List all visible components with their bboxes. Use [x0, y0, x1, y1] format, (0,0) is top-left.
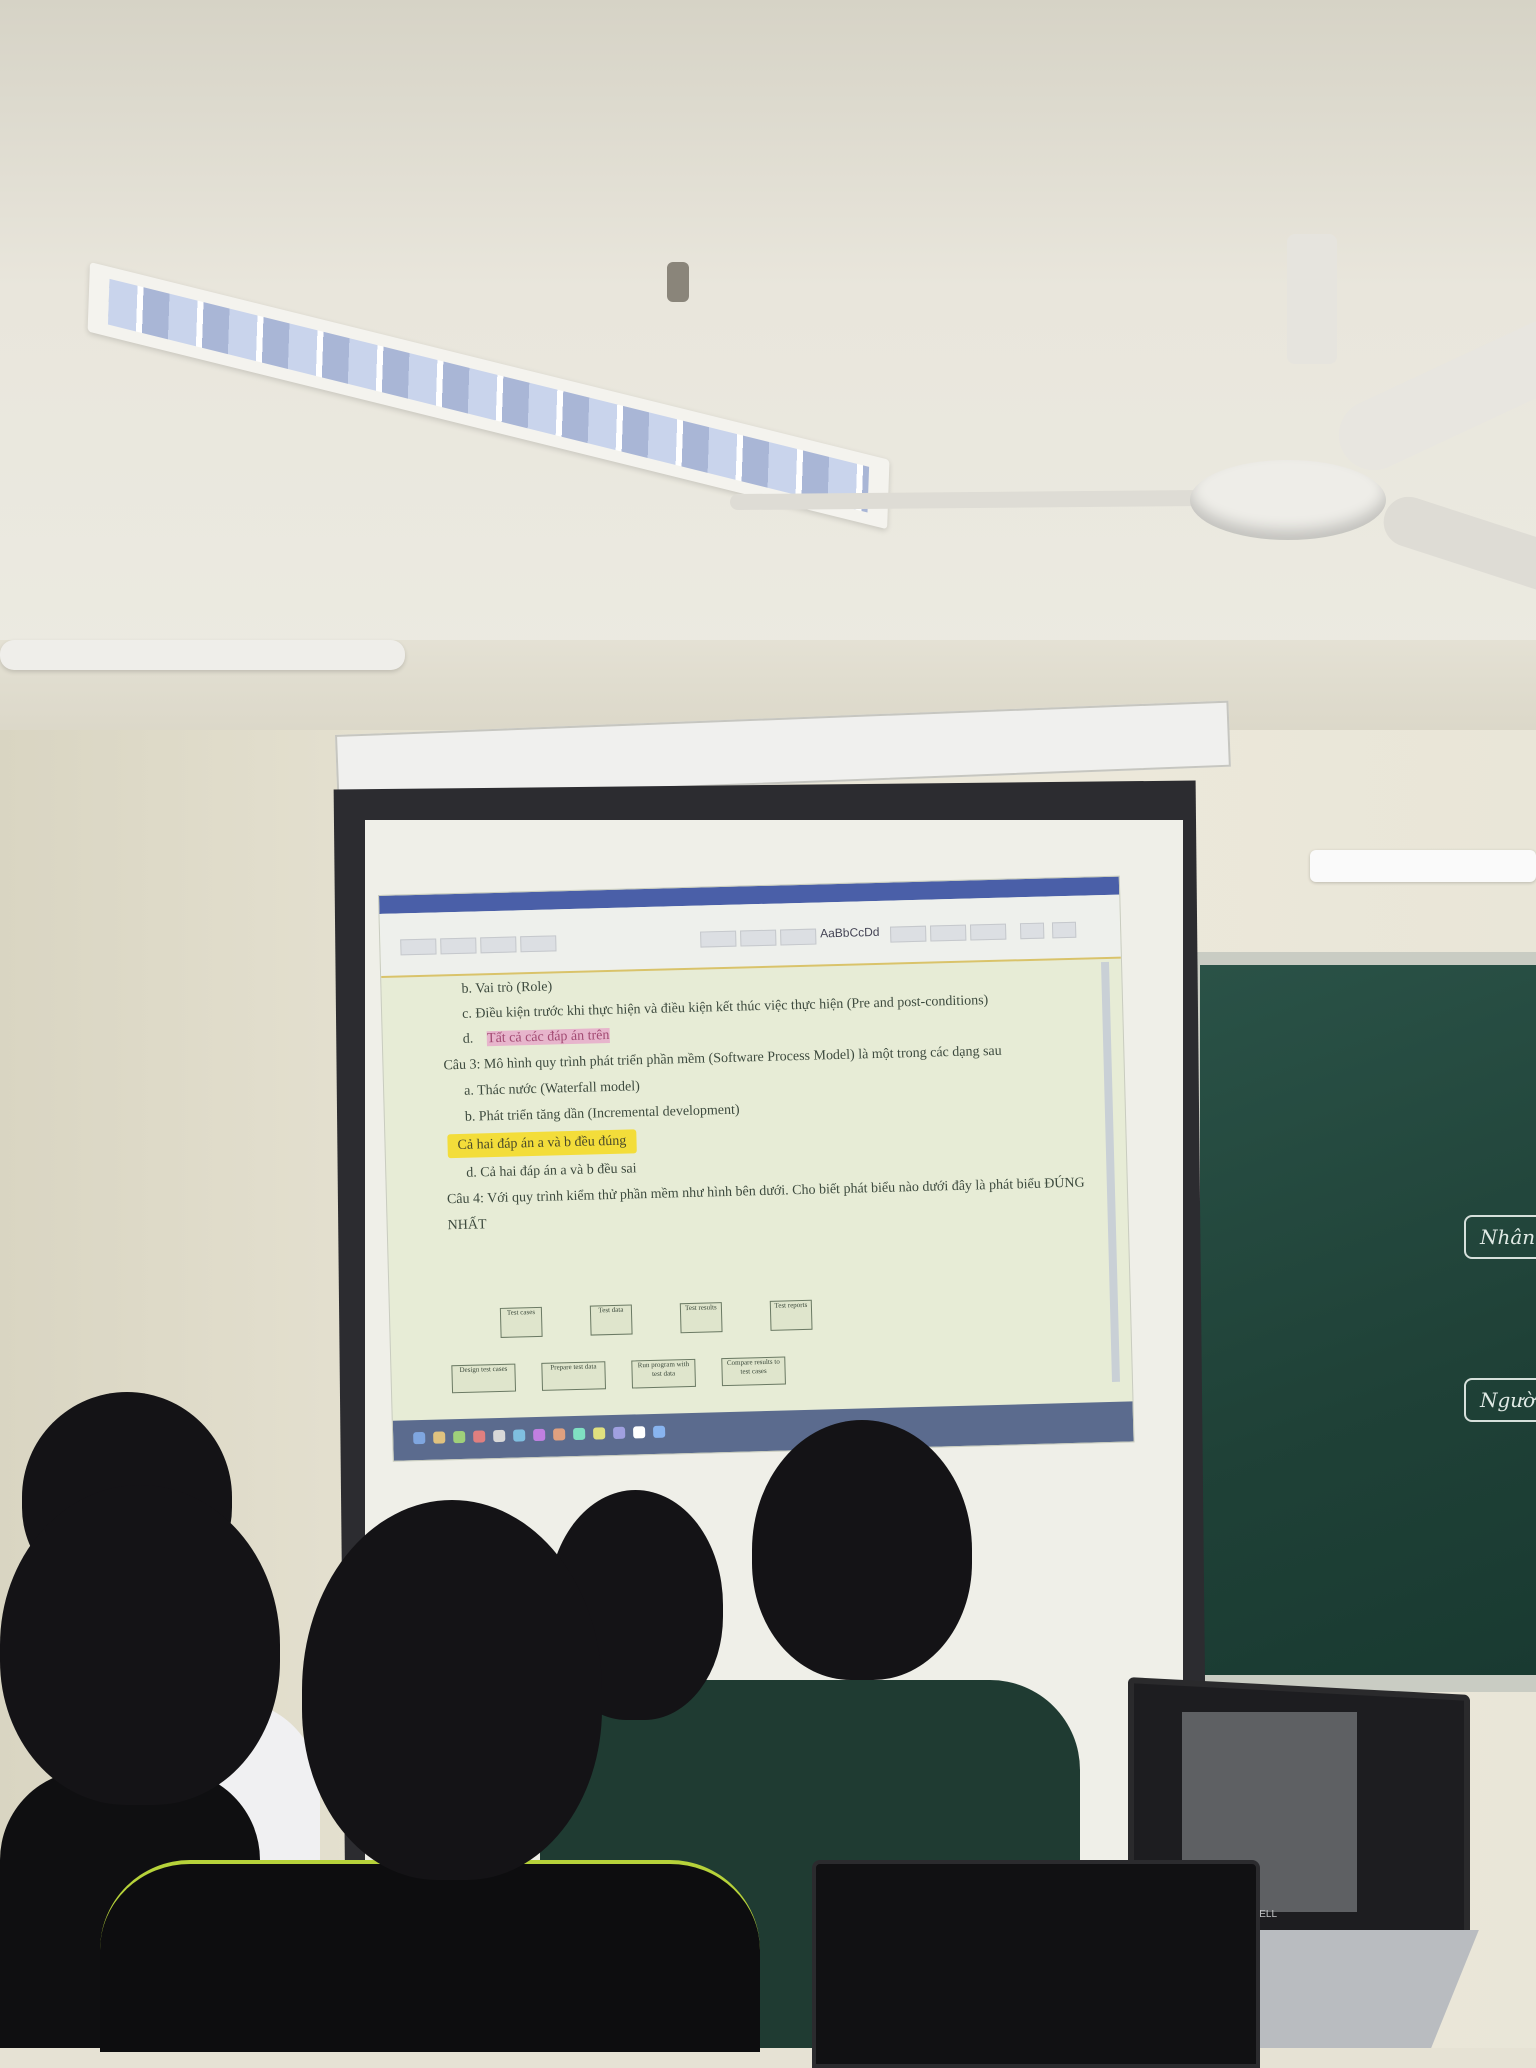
doc-line-prefix: d. [462, 1031, 474, 1047]
ribbon-style-button[interactable] [890, 925, 927, 943]
ribbon-button[interactable] [440, 937, 477, 955]
dock-app-icon[interactable] [593, 1427, 606, 1440]
diagram-box-compare-results: Compare results to test cases [721, 1356, 786, 1387]
ribbon-style-button[interactable] [780, 928, 817, 946]
diagram-box-design-test-cases: Design test cases [451, 1363, 517, 1394]
blackboard: Nhân v Người k [1200, 965, 1536, 1675]
ribbon-dictate-button[interactable] [1019, 922, 1045, 940]
doc-question-4-cont: NHẤT [447, 1217, 487, 1234]
doc-line-d-all: d. Tất cả các đáp án trên [462, 1027, 610, 1048]
dock-app-icon[interactable] [413, 1431, 426, 1445]
student-front-shirt [100, 1860, 760, 2052]
dock-app-icon[interactable] [533, 1428, 546, 1442]
dock-app-icon[interactable] [652, 1425, 666, 1438]
doc-line-q3d: d. Cả hai đáp án a và b đều sai [466, 1161, 637, 1181]
student-head-masked [0, 1485, 280, 1805]
student-head [752, 1420, 972, 1680]
dock-app-icon[interactable] [433, 1431, 446, 1444]
diagram-box-test-results: Test results [679, 1302, 723, 1334]
projected-document-window: AaBbCcDd b. Vai trò (Role) c. Điều kiện … [378, 875, 1135, 1462]
doc-line-b-role: b. Vai trò (Role) [461, 979, 553, 997]
board-label-1: Nhân v [1464, 1215, 1536, 1259]
doc-question-4: Câu 4: Với quy trình kiểm thử phần mềm n… [446, 1175, 1085, 1208]
doc-question-3: Câu 3: Mô hình quy trình phát triển phần… [443, 1043, 1002, 1074]
ribbon-editor-button[interactable] [1051, 921, 1077, 939]
ribbon-style-preview[interactable]: AaBbCcDd [820, 925, 881, 949]
ribbon-style-button[interactable] [740, 929, 777, 947]
yellow-highlighted-answer: Cả hai đáp án a và b đều đúng [447, 1129, 637, 1159]
student-head [302, 1500, 602, 1880]
dock-app-icon[interactable] [453, 1430, 466, 1444]
dock-app-icon[interactable] [473, 1430, 486, 1443]
diagram-box-run-program: Run program with test data [631, 1358, 696, 1389]
ribbon-button[interactable] [520, 935, 557, 953]
dock-app-icon[interactable] [633, 1426, 646, 1439]
doc-line-c-conditions: c. Điều kiện trước khi thực hiện và điều… [461, 993, 989, 1022]
wall-light-tube [1310, 850, 1536, 882]
ribbon-button[interactable] [400, 938, 437, 956]
dock-app-icon[interactable] [613, 1426, 626, 1440]
dock-app-icon[interactable] [493, 1429, 506, 1443]
doc-line-q3b: b. Phát triển tăng dần (Incremental deve… [464, 1102, 740, 1125]
diagram-box-test-reports: Test reports [769, 1299, 813, 1331]
diagram-box-test-cases: Test cases [499, 1306, 543, 1338]
sprinkler-head [667, 262, 689, 302]
ribbon-style-button[interactable] [969, 923, 1007, 941]
ribbon-style-button[interactable] [929, 924, 967, 942]
dock-app-icon[interactable] [513, 1429, 526, 1442]
fan-downrod [1287, 234, 1337, 364]
ribbon-style-button[interactable] [700, 930, 737, 948]
ceiling-fan-motor [1190, 460, 1386, 540]
fan-blade-left [0, 640, 405, 670]
document-body: b. Vai trò (Role) c. Điều kiện trước khi… [401, 965, 1109, 1283]
diagram-box-prepare-test-data: Prepare test data [541, 1361, 607, 1391]
dock-app-icon[interactable] [573, 1427, 586, 1441]
diagram-box-test-data: Test data [589, 1304, 633, 1336]
dock-app-icon[interactable] [553, 1428, 566, 1441]
board-label-2: Người k [1464, 1378, 1536, 1422]
pink-highlight-text: Tất cả các đáp án trên [486, 1027, 610, 1047]
doc-line-q3a: a. Thác nước (Waterfall model) [463, 1079, 641, 1099]
laptop-front [812, 1860, 1260, 2068]
ribbon-button[interactable] [480, 936, 517, 954]
